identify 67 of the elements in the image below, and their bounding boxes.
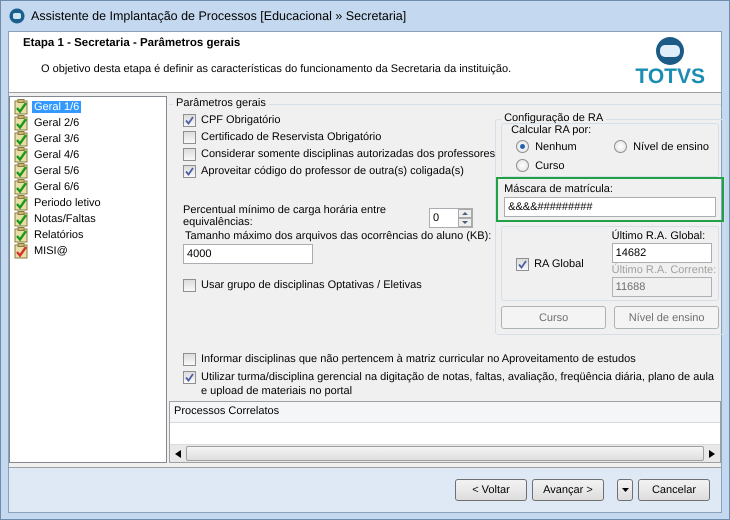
- checkbox[interactable]: [183, 131, 196, 144]
- checkbox[interactable]: [183, 148, 196, 161]
- cancel-button[interactable]: Cancelar: [638, 479, 710, 501]
- checkbox[interactable]: [183, 114, 196, 127]
- checkbox[interactable]: [183, 371, 196, 384]
- step-item[interactable]: Geral 2/6: [32, 117, 82, 129]
- step-item[interactable]: Notas/Faltas: [32, 213, 98, 225]
- radio-label: Nível de ensino: [633, 140, 709, 152]
- checkbox-label: Aproveitar código do professor de outra(s) coligada(s): [201, 164, 464, 178]
- clipboard-check-icon: [14, 179, 28, 195]
- scrollbar[interactable]: [170, 444, 720, 462]
- field-label: Último R.A. Global:: [612, 230, 706, 242]
- next-button[interactable]: Avançar >: [532, 479, 604, 501]
- checkbox-label: Usar grupo de disciplinas Optativas / Eletivas: [201, 278, 422, 292]
- step-item[interactable]: MISI@: [32, 245, 70, 257]
- window-title: Assistente de Implantação de Processos [Educacional » Secretaria]: [31, 9, 406, 23]
- clipboard-check-icon: [14, 131, 28, 147]
- step-description: O objetivo desta etapa é definir as características do funcionamento da Secretaria da instituição.: [40, 63, 512, 75]
- checkbox[interactable]: [183, 353, 196, 366]
- checkbox[interactable]: [183, 165, 196, 178]
- checkbox-label: CPF Obrigatório: [201, 113, 280, 127]
- step-item[interactable]: Relatórios: [32, 229, 86, 241]
- checkbox-label: RA Global: [534, 256, 584, 270]
- input-field[interactable]: 14682: [612, 243, 712, 263]
- clipboard-check-icon: [14, 243, 28, 259]
- step-item[interactable]: Geral 3/6: [32, 133, 82, 145]
- clipboard-check-icon: [14, 99, 28, 115]
- checkbox[interactable]: [183, 279, 196, 292]
- checkbox[interactable]: [516, 258, 530, 270]
- field-label: Máscara de matrícula:: [504, 183, 614, 195]
- radio-button[interactable]: [614, 140, 628, 153]
- back-button[interactable]: < Voltar: [455, 479, 527, 501]
- clipboard-check-icon: [14, 163, 28, 179]
- field-label: Tamanho máximo dos arquivos das ocorrências do aluno (KB):: [185, 230, 492, 242]
- input-field: 11688: [612, 277, 712, 297]
- arrow-left-icon: [175, 450, 181, 458]
- caret-down-icon: [622, 488, 628, 492]
- logo-text: TOTVS: [635, 66, 705, 88]
- clipboard-check-icon: [14, 211, 28, 227]
- dropdown-button[interactable]: [617, 479, 633, 501]
- clipboard-check-icon: [14, 227, 28, 243]
- app-logo-icon: [9, 8, 25, 24]
- radio-button[interactable]: [516, 140, 530, 153]
- input-field[interactable]: 4000: [183, 244, 313, 264]
- step-item[interactable]: Geral 4/6: [32, 149, 82, 161]
- clipboard-check-icon: [14, 147, 28, 163]
- checkbox-label: Certificado de Reservista Obrigatório: [201, 130, 382, 144]
- group-title: Configuração de RA: [501, 112, 606, 124]
- step-item[interactable]: Periodo letivo: [32, 197, 103, 209]
- input-field[interactable]: &&&&#########: [504, 197, 716, 217]
- panel-header: Processos Correlatos: [170, 402, 720, 424]
- group-title: Parâmetros gerais: [173, 97, 269, 109]
- field-label: Percentual mínimo de carga horária entre equivalências:: [183, 204, 387, 228]
- step-item[interactable]: Geral 5/6: [32, 165, 82, 177]
- step-item[interactable]: Geral 6/6: [32, 181, 82, 193]
- clipboard-check-icon: [14, 195, 28, 211]
- radio-button[interactable]: [516, 159, 530, 172]
- spinner-arrows-icon: [458, 209, 472, 227]
- clipboard-check-icon: [14, 115, 28, 131]
- checkbox-label: Utilizar turma/disciplina gerencial na digitação de notas, faltas, avaliação, freqüência diária, plano de aula e upload de materiais no portal: [201, 370, 716, 398]
- step-title: Etapa 1 - Secretaria - Parâmetros gerais: [23, 37, 242, 49]
- checkbox-label: Informar disciplinas que não pertencem à matriz curricular no Aproveitamento de estudos: [201, 352, 636, 366]
- radio-label: Curso: [535, 160, 564, 172]
- number-spinner[interactable]: 0: [429, 208, 473, 228]
- arrow-right-icon: [709, 450, 715, 458]
- checkbox-label: Considerar somente disciplinas autorizadas dos professores: [201, 147, 496, 161]
- radio-label: Nenhum: [535, 140, 577, 152]
